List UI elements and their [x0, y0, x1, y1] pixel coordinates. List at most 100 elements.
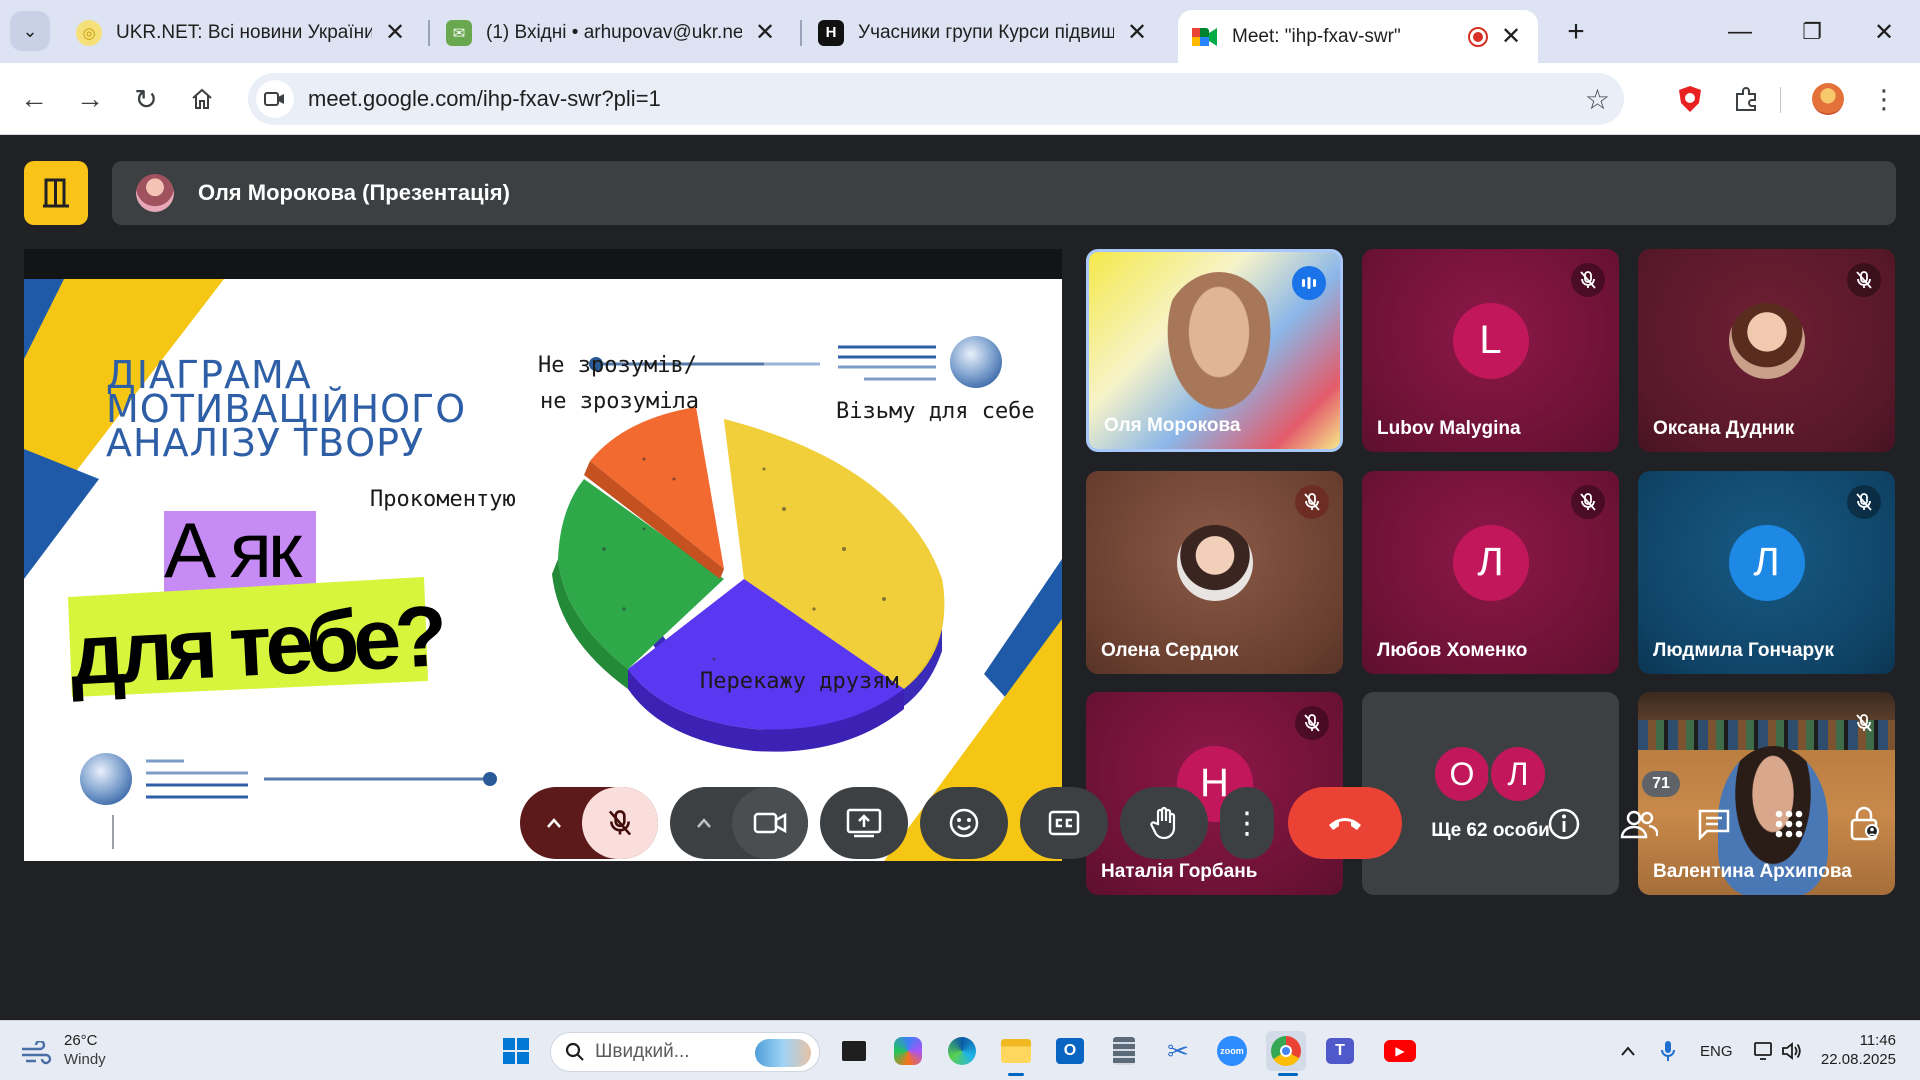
emoji-icon [949, 808, 979, 838]
slide-question-line1: А як [164, 506, 302, 594]
tab-meet[interactable]: Meet: "ihp-fxav-swr" ✕ [1178, 10, 1538, 63]
close-icon[interactable]: ✕ [752, 19, 778, 46]
copilot-icon [894, 1037, 922, 1065]
task-view-button[interactable] [834, 1031, 874, 1071]
pie-label-comment: Прокоментую [370, 487, 516, 512]
zoom-button[interactable]: zoom [1212, 1031, 1252, 1071]
reload-button[interactable]: ↻ [124, 77, 168, 121]
scissors-icon: ✂ [1167, 1035, 1189, 1066]
extensions-button[interactable] [1726, 79, 1766, 119]
mic-toggle-button[interactable] [582, 787, 658, 859]
present-screen-button[interactable] [820, 787, 908, 859]
present-to-all-icon [846, 808, 882, 838]
input-language[interactable]: ENG [1700, 1043, 1733, 1060]
avatar [1176, 524, 1253, 601]
mail-icon: ✉ [446, 19, 472, 46]
mic-off-badge [1847, 485, 1881, 519]
minimize-button[interactable]: — [1720, 14, 1760, 50]
forward-button[interactable]: → [68, 77, 112, 121]
home-button[interactable] [180, 77, 224, 121]
teams-button[interactable]: T [1320, 1031, 1360, 1071]
participant-tile-speaker[interactable]: Оля Морокова [1086, 249, 1343, 452]
tab-mail[interactable]: ✉ (1) Вхідні • arhupovav@ukr.net ✕ [432, 10, 792, 55]
participant-name: Оксана Дудник [1653, 418, 1795, 439]
bookmark-star-icon[interactable]: ☆ [1585, 83, 1610, 116]
tab-search-button[interactable]: ⌄ [10, 11, 50, 51]
participant-tile[interactable]: Л Любов Хоменко [1362, 471, 1619, 674]
snipping-tool-button[interactable]: ✂ [1158, 1031, 1198, 1071]
lock-person-icon [1850, 806, 1879, 841]
camera-options-button[interactable] [680, 799, 728, 847]
participant-tile[interactable]: Л Людмила Гончарук [1638, 471, 1895, 674]
close-icon[interactable]: ✕ [1498, 23, 1524, 50]
participant-tile[interactable]: L Lubov Malygina [1362, 249, 1619, 452]
info-icon [1548, 808, 1580, 840]
chat-button[interactable] [1691, 801, 1737, 847]
outlook-button[interactable]: O [1050, 1031, 1090, 1071]
call-end-icon [1329, 818, 1361, 830]
tab-group-members[interactable]: H Учасники групи Курси підвищ ✕ [804, 10, 1164, 55]
site-info-icon[interactable] [256, 80, 294, 118]
participant-tile[interactable]: Валентина Архипова [1638, 692, 1895, 895]
participant-name: Оля Морокова [1104, 415, 1241, 436]
start-button[interactable] [496, 1031, 536, 1071]
participant-tile[interactable]: Оксана Дудник [1638, 249, 1895, 452]
tray-overflow-button[interactable] [1608, 1031, 1648, 1071]
mic-off-icon [1856, 714, 1872, 732]
chrome-button[interactable] [1266, 1031, 1306, 1071]
close-icon[interactable]: ✕ [382, 19, 408, 46]
back-button[interactable]: ← [12, 77, 56, 121]
participant-tile[interactable]: Олена Сердюк [1086, 471, 1343, 674]
browser-menu-button[interactable]: ⋮ [1864, 79, 1904, 119]
host-controls-button[interactable] [1842, 801, 1888, 847]
mic-off-icon [1580, 493, 1596, 511]
youtube-icon: ▶ [1384, 1040, 1416, 1062]
participant-count-badge: 71 [1642, 771, 1680, 797]
video-feed [1159, 272, 1279, 422]
copilot-button[interactable] [888, 1031, 928, 1071]
toolbar-divider [1780, 87, 1781, 113]
browser-toolbar: ← → ↻ meet.google.com/ihp-fxav-swr?pli=1… [0, 63, 1920, 135]
search-icon [565, 1042, 584, 1061]
window-close-button[interactable]: ✕ [1864, 14, 1904, 50]
recording-icon [1468, 26, 1488, 47]
new-tab-button[interactable]: + [1558, 14, 1594, 50]
file-explorer-button[interactable] [996, 1031, 1036, 1071]
tab-ukrnet[interactable]: ◎ UKR.NET: Всі новини України, о ✕ [62, 10, 422, 55]
youtube-button[interactable]: ▶ [1380, 1031, 1420, 1071]
reactions-button[interactable] [920, 787, 1008, 859]
captions-button[interactable] [1020, 787, 1108, 859]
pie-label-not-understood: Не зрозумів/ [538, 353, 697, 378]
taskbar-search[interactable]: Швидкий... [550, 1032, 820, 1072]
people-button[interactable] [1616, 801, 1662, 847]
microphone-tray-button[interactable] [1648, 1031, 1688, 1071]
close-icon: ✕ [1873, 18, 1895, 46]
exit-presentation-button[interactable] [24, 161, 88, 225]
mic-options-button[interactable] [530, 799, 578, 847]
camera-toggle-button[interactable] [732, 787, 808, 859]
control-divider [112, 815, 114, 849]
extension-shield-button[interactable] [1670, 79, 1710, 119]
activities-button[interactable] [1766, 801, 1812, 847]
tray-date[interactable]: 22.08.2025 [1806, 1051, 1896, 1068]
more-participants-tile[interactable]: О Л Ще 62 особи [1362, 692, 1619, 895]
home-icon [192, 88, 212, 109]
weather-widget[interactable] [16, 1033, 56, 1073]
leave-call-button[interactable] [1288, 787, 1402, 859]
restore-button[interactable]: ❐ [1792, 14, 1832, 50]
raise-hand-button[interactable] [1120, 787, 1208, 859]
edge-button[interactable] [942, 1031, 982, 1071]
deco-lines-top [838, 345, 936, 381]
more-vert-icon: ⋮ [1871, 83, 1897, 114]
calculator-button[interactable] [1104, 1031, 1144, 1071]
mic-control-group [520, 787, 658, 859]
more-options-button[interactable]: ⋮ [1220, 787, 1274, 859]
participant-name: Любов Хоменко [1377, 640, 1528, 661]
address-bar[interactable]: meet.google.com/ihp-fxav-swr?pli=1 ☆ [248, 73, 1624, 125]
close-icon[interactable]: ✕ [1124, 19, 1150, 46]
ukrnet-icon: ◎ [76, 19, 102, 46]
sphere-shape [950, 336, 1002, 388]
profile-avatar[interactable] [1808, 79, 1848, 119]
tray-clock[interactable]: 11:46 [1846, 1032, 1896, 1049]
meeting-details-button[interactable] [1541, 801, 1587, 847]
